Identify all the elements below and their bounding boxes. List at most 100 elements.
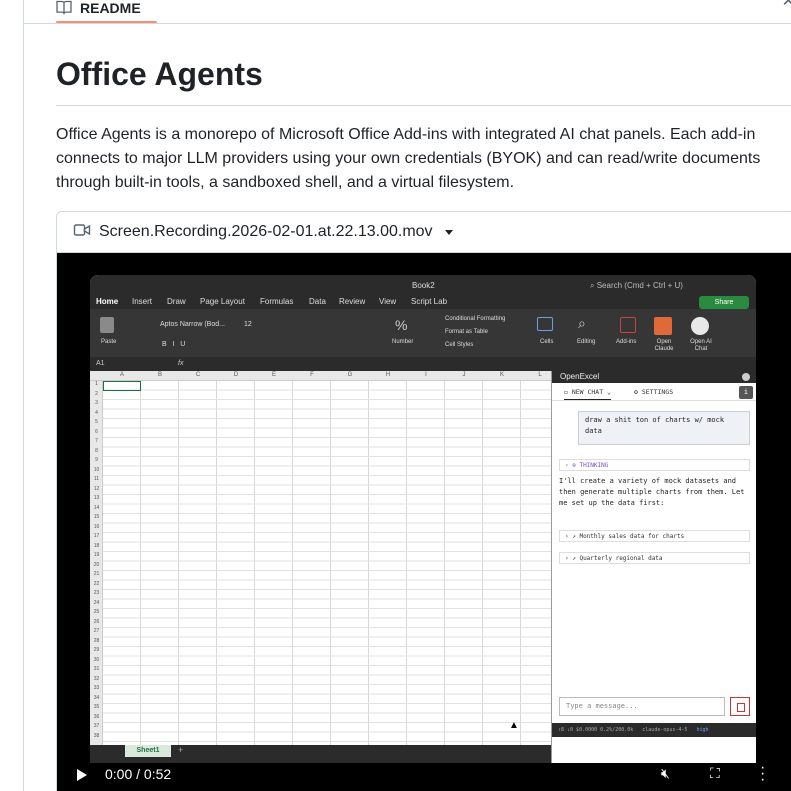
- column-header: I: [425, 372, 427, 378]
- row-header: 8: [95, 447, 98, 454]
- row-header: 31: [93, 666, 100, 672]
- thinking-label: THINKING: [579, 462, 609, 469]
- row-header: 23: [93, 590, 100, 596]
- percent-icon: %: [395, 317, 408, 333]
- excel-titlebar: Book2 ⌕ Search (Cmd + Ctrl + U): [90, 275, 756, 295]
- close-icon[interactable]: ✕: [782, 0, 791, 11]
- video-filename: Screen.Recording.2026-02-01.at.22.13.00.…: [99, 223, 433, 240]
- row-header: 25: [93, 609, 100, 615]
- row-header: 30: [93, 656, 100, 663]
- column-header: B: [157, 372, 162, 378]
- readme-tab-label: README: [80, 0, 141, 16]
- row-header: 18: [93, 542, 100, 549]
- panel-title: OpenExcel: [560, 372, 600, 381]
- column-header: J: [462, 372, 466, 378]
- book-icon: [56, 0, 72, 18]
- column-header: H: [385, 372, 391, 378]
- row-header: 7: [95, 438, 98, 444]
- ai-chat-icon: [691, 317, 709, 335]
- excel-search-label: Search (Cmd + Ctrl + U): [596, 281, 683, 290]
- column-header: E: [271, 372, 276, 378]
- thinking-row: › ⊕ THINKING: [559, 459, 750, 471]
- readme-tabbar: README ✕: [24, 0, 791, 24]
- play-icon[interactable]: [77, 769, 87, 781]
- row-header: 5: [95, 419, 98, 425]
- row-header: 38: [93, 732, 100, 739]
- readme-tab[interactable]: README: [56, 0, 141, 23]
- tool-call-row: › ↗ Quarterly regional data: [559, 552, 750, 564]
- panel-tabs: ▭ NEW CHAT ⌄ ⚙ SETTINGS: [552, 383, 756, 401]
- row-header: 35: [93, 704, 100, 710]
- column-header: A: [119, 372, 124, 378]
- column-header: K: [499, 372, 504, 378]
- cells-icon: [537, 317, 553, 331]
- excel-tab-page-layout: Page Layout: [200, 297, 245, 306]
- row-header: 29: [93, 647, 100, 653]
- row-header: 37: [93, 723, 100, 729]
- title-divider: [56, 105, 791, 106]
- row-header: 14: [93, 504, 100, 511]
- panel-status-bar: ↑8 ↓0 $0.0000 0.2%/200.0k claude-opus-4-…: [552, 723, 756, 737]
- page-title: Office Agents: [56, 56, 263, 92]
- row-header: 15: [93, 514, 100, 520]
- row-header: 9: [95, 457, 98, 463]
- row-header: 22: [93, 580, 100, 587]
- cell-styles-label: Cell Styles: [445, 342, 474, 348]
- tool-call-row: › ↗ Monthly sales data for charts: [559, 530, 750, 542]
- add-ins-icon: [620, 317, 636, 333]
- mute-icon[interactable]: 🔇︎: [661, 765, 670, 782]
- readme-tab-underline: [56, 21, 157, 23]
- tool-call-label: Monthly sales data for charts: [579, 533, 685, 540]
- more-options-icon[interactable]: · · ·: [760, 760, 765, 788]
- stop-button: [730, 697, 750, 716]
- search-icon: ⌕: [578, 315, 586, 331]
- excel-ribbon-tabs: Home Insert Draw Page Layout Formulas Da…: [90, 295, 756, 309]
- row-header: 26: [93, 618, 100, 625]
- excel-tab-formulas: Formulas: [260, 297, 294, 306]
- paste-icon: [100, 317, 114, 333]
- row-header: 3: [95, 400, 98, 406]
- video-player[interactable]: Book2 ⌕ Search (Cmd + Ctrl + U) Home Ins…: [57, 253, 791, 791]
- format-as-table-label: Format as Table: [445, 329, 488, 335]
- column-header: G: [347, 372, 353, 378]
- column-header: D: [233, 372, 239, 378]
- excel-tab-script-lab: Script Lab: [411, 297, 448, 306]
- openexcel-panel: OpenExcel ▭ NEW CHAT ⌄ ⚙ SETTINGS i draw…: [551, 371, 756, 763]
- row-header: 16: [93, 523, 100, 530]
- row-header: 13: [93, 495, 100, 501]
- row-header: 2: [95, 390, 98, 397]
- row-header: 21: [93, 571, 100, 577]
- font-name: Aptos Narrow (Bod...: [160, 321, 225, 328]
- video-container: Screen.Recording.2026-02-01.at.22.13.00.…: [56, 211, 791, 791]
- tab-new-chat: ▭ NEW CHAT ⌄: [564, 388, 611, 400]
- number-label: Number: [392, 339, 414, 345]
- tab-settings: ⚙ SETTINGS: [634, 388, 674, 396]
- model-name: claude-opus-4-5: [642, 727, 688, 733]
- formula-bar: A1 fx: [90, 357, 756, 371]
- mouse-cursor-icon: ▲: [509, 720, 519, 731]
- fullscreen-icon[interactable]: ⛶: [710, 765, 720, 782]
- assistant-message: I'll create a variety of mock datasets a…: [559, 477, 745, 507]
- column-header: C: [195, 372, 201, 378]
- open-claude-label: Open Claude: [654, 339, 674, 352]
- effort-level: high: [696, 727, 709, 733]
- add-ins-label: Add-ins: [616, 339, 637, 345]
- column-header: F: [310, 372, 314, 378]
- video-summary[interactable]: Screen.Recording.2026-02-01.at.22.13.00.…: [57, 212, 791, 253]
- name-box: A1: [96, 360, 105, 367]
- font-style-buttons: B I U: [162, 341, 186, 348]
- row-header: 6: [95, 428, 98, 435]
- video-time: 0:00 / 0:52: [105, 766, 172, 782]
- row-header: 11: [93, 476, 100, 482]
- excel-tab-view: View: [379, 297, 397, 306]
- row-header: 20: [93, 561, 100, 568]
- editing-label: Editing: [577, 339, 596, 345]
- user-message: draw a shit ton of charts w/ mock data: [578, 411, 750, 445]
- tool-call-label: Quarterly regional data: [579, 555, 663, 562]
- row-header: 10: [93, 466, 100, 473]
- message-input: Type a message...: [559, 697, 725, 716]
- row-header: 28: [93, 637, 100, 644]
- column-headers: ABCDEFGHIJKL: [90, 371, 551, 381]
- panel-header: OpenExcel: [552, 371, 756, 383]
- row-header: 1: [95, 381, 98, 387]
